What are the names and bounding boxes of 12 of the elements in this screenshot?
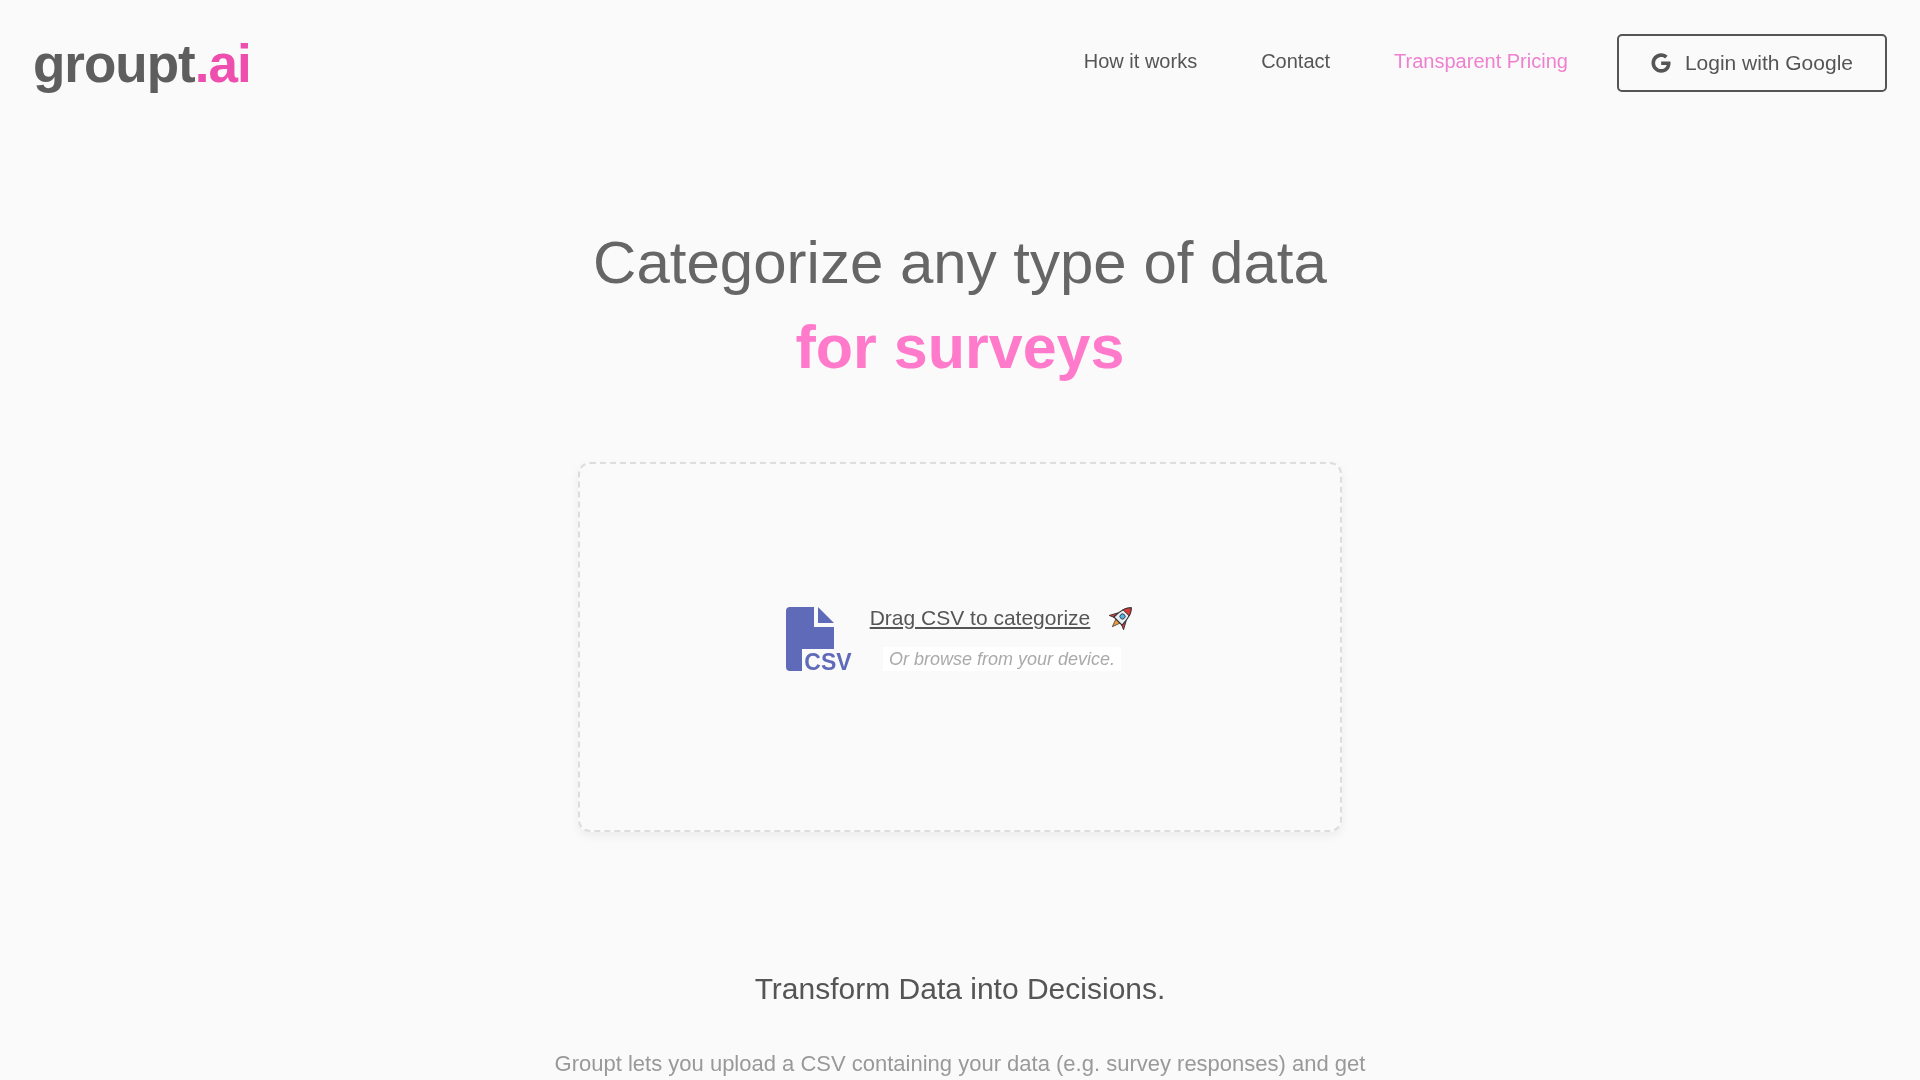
nav-link[interactable]: Contact [1261, 49, 1331, 73]
file-drop-zone[interactable]: CSV Drag CSV to categorize Or browse from your device. [578, 462, 1342, 832]
headline: Categorize any type of data [593, 228, 1327, 298]
section-heading: Transform Data into Decisions. [754, 971, 1166, 1007]
headline-accent: for surveys [795, 312, 1125, 383]
login-button[interactable]: Login with Google [1616, 34, 1887, 92]
browse-hint: Or browse from your device. [882, 647, 1122, 671]
rocket-icon [1108, 605, 1135, 631]
g-logo-icon [1650, 53, 1671, 73]
upload-link[interactable]: Drag CSV to categorize [869, 605, 1091, 631]
intro-paragraph: Groupt lets you upload a CSV containing your data (e.g. survey responses) and get [554, 1050, 1366, 1078]
nav-link[interactable]: How it works [1083, 49, 1198, 73]
